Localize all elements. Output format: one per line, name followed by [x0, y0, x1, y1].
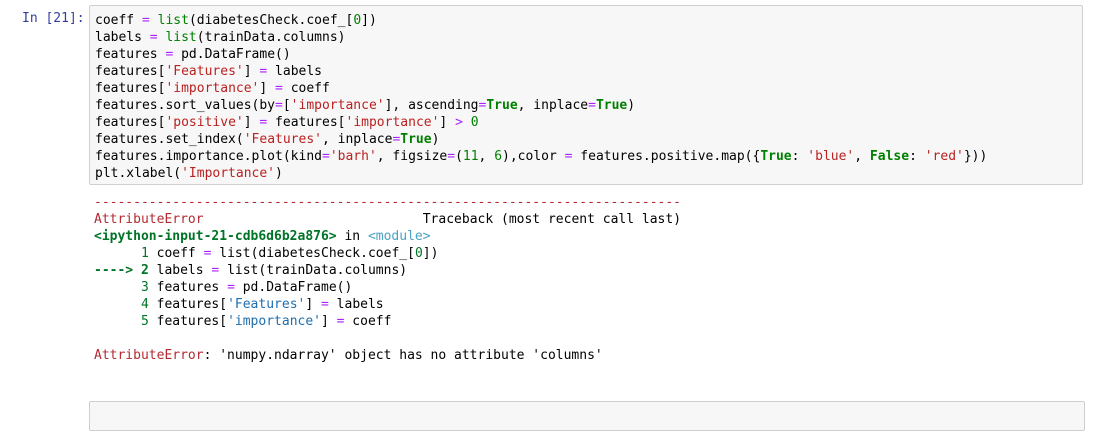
empty-code-cell[interactable]	[89, 401, 1085, 431]
code-line-4: features['Features'] = labels	[95, 64, 323, 79]
traceback-header: AttributeError Traceback (most recent ca…	[94, 212, 682, 227]
code-line-3: features = pd.DataFrame()	[95, 47, 291, 62]
traceback-line-3: 3 features = pd.DataFrame()	[94, 280, 353, 295]
traceback-location: <ipython-input-21-cdb6d6b2a876> in <modu…	[94, 229, 431, 244]
code-line-1: coeff = list(diabetesCheck.coef_[0])	[95, 13, 377, 28]
code-line-6: features.sort_values(by=['importance'], …	[95, 98, 636, 113]
traceback-line-5: 5 features['importance'] = coeff	[94, 314, 392, 329]
cell-prompt: In [21]:	[22, 11, 85, 26]
traceback-line-2: ----> 2 labels = list(trainData.columns)	[94, 263, 408, 278]
traceback-line-1: 1 coeff = list(diabetesCheck.coef_[0])	[94, 246, 439, 261]
code-line-5: features['importance'] = coeff	[95, 81, 330, 96]
error-message: AttributeError: 'numpy.ndarray' object h…	[94, 348, 603, 363]
traceback-line-4: 4 features['Features'] = labels	[94, 297, 384, 312]
code-line-9: features.importance.plot(kind='barh', fi…	[95, 149, 988, 164]
code-line-7: features['positive'] = features['importa…	[95, 115, 479, 130]
traceback-blank	[94, 330, 1084, 347]
code-line-10: plt.xlabel('Importance')	[95, 166, 283, 181]
error-output: ----------------------------------------…	[94, 194, 1084, 364]
code-line-8: features.set_index('Features', inplace=T…	[95, 132, 440, 147]
traceback-separator: ----------------------------------------…	[94, 195, 681, 210]
code-line-2: labels = list(trainData.columns)	[95, 30, 346, 45]
code-input-area[interactable]: coeff = list(diabetesCheck.coef_[0]) lab…	[89, 5, 1083, 185]
